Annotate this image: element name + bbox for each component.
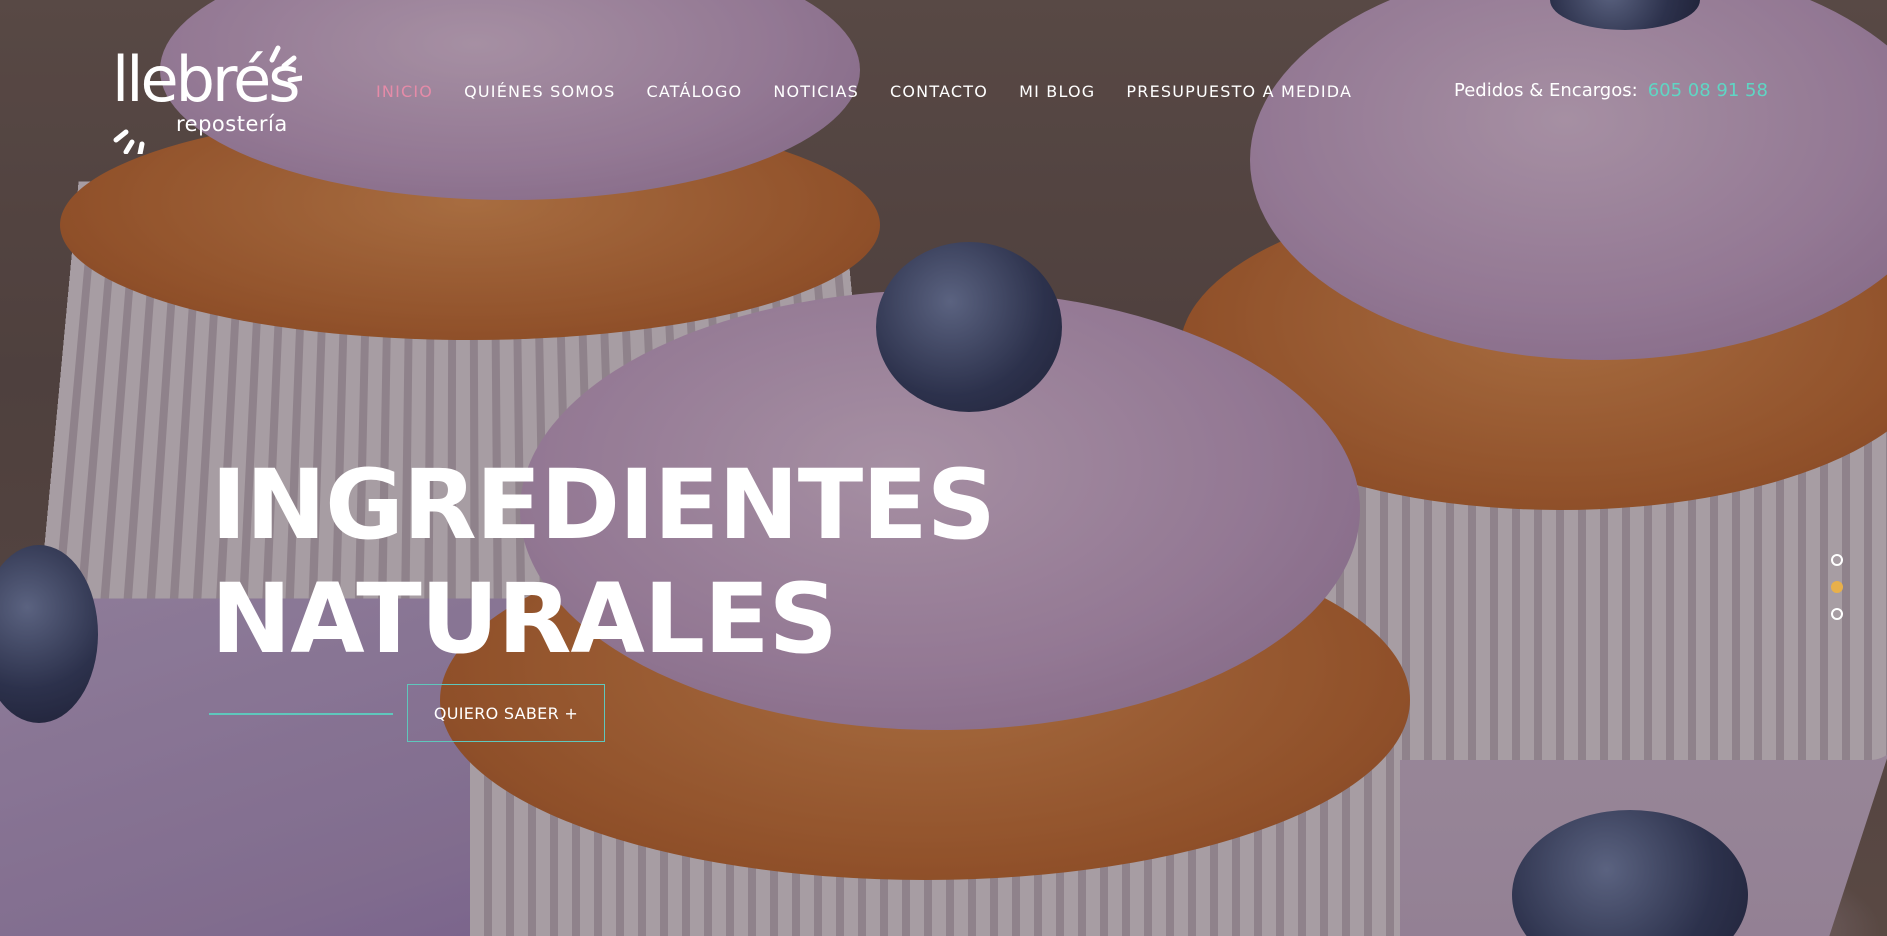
logo[interactable]: llebrés repostería [112, 44, 302, 154]
nav-item-presupuesto[interactable]: PRESUPUESTO A MEDIDA [1126, 82, 1352, 101]
logo-tagline: repostería [176, 112, 288, 136]
phone-link[interactable]: 605 08 91 58 [1648, 80, 1768, 101]
logo-wordmark: llebrés [112, 43, 301, 116]
nav-item-quienes-somos[interactable]: QUIÉNES SOMOS [464, 82, 615, 101]
slider-pagination [1831, 554, 1843, 635]
main-nav: INICIO QUIÉNES SOMOS CATÁLOGO NOTICIAS C… [376, 82, 1383, 101]
hero-headline-line2: NATURALES [211, 563, 838, 675]
hero-slider: llebrés repostería INICIO QUIÉNES SOMOS … [0, 0, 1887, 936]
nav-item-catalogo[interactable]: CATÁLOGO [646, 82, 742, 101]
slider-dot-2[interactable] [1831, 581, 1843, 593]
slider-dot-1[interactable] [1831, 554, 1843, 566]
orders-contact: Pedidos & Encargos: 605 08 91 58 [1454, 80, 1768, 101]
cta-decorative-line [209, 713, 393, 715]
hero-headline-line1: INGREDIENTES [211, 449, 996, 561]
orders-label: Pedidos & Encargos: [1454, 80, 1638, 101]
nav-item-mi-blog[interactable]: MI BLOG [1019, 82, 1095, 101]
quiero-saber-button[interactable]: QUIERO SABER + [407, 684, 605, 742]
nav-item-inicio[interactable]: INICIO [376, 82, 433, 101]
nav-item-contacto[interactable]: CONTACTO [890, 82, 988, 101]
slider-dot-3[interactable] [1831, 608, 1843, 620]
hero-headline: INGREDIENTES NATURALES [211, 448, 996, 676]
nav-item-noticias[interactable]: NOTICIAS [773, 82, 859, 101]
